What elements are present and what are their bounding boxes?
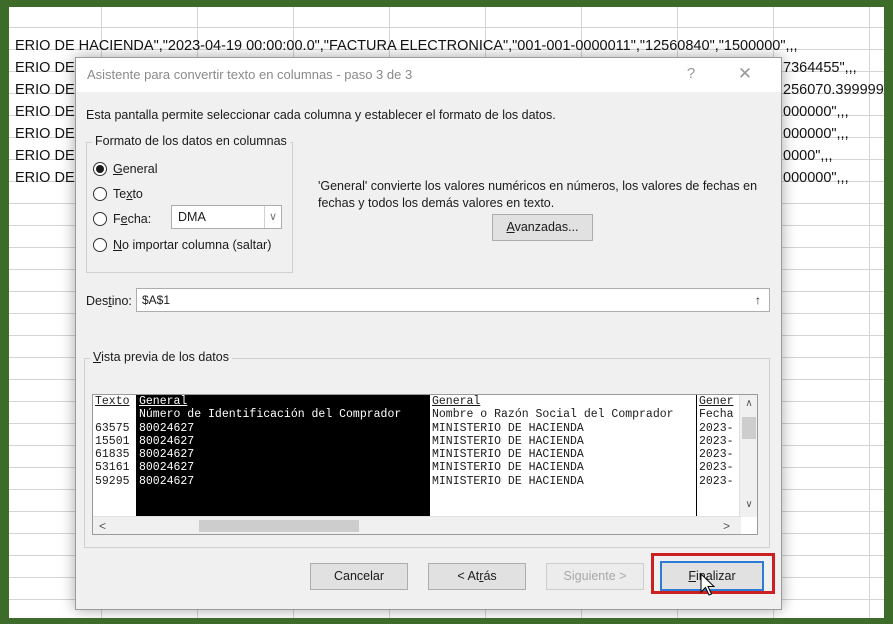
radio-text[interactable]: Texto xyxy=(93,187,143,201)
preview-cell: MINISTERIO DE HACIENDA xyxy=(432,434,584,448)
spreadsheet-cell-right-5[interactable]: 0000",,, xyxy=(783,147,833,165)
scroll-right-icon[interactable]: > xyxy=(723,519,730,533)
spreadsheet-row-3[interactable]: ERIO DE xyxy=(15,81,75,99)
radio-date[interactable]: Fecha: xyxy=(93,212,151,226)
radio-text-circle[interactable] xyxy=(93,187,107,201)
preview-cell: 2023- xyxy=(699,448,734,462)
partial-top-row: . xyxy=(15,7,19,16)
scroll-left-icon[interactable]: < xyxy=(99,519,106,533)
spreadsheet-cell-right-4[interactable]: 000000",,, xyxy=(783,125,849,143)
horizontal-scroll-thumb[interactable] xyxy=(199,520,359,532)
back-button[interactable]: < Atrás xyxy=(428,563,526,590)
scroll-down-icon[interactable]: ∨ xyxy=(740,499,757,510)
preview-column-1[interactable]: Texto 63575 15501 61835 53161 59295 xyxy=(93,395,136,517)
radio-skip-column-label: No importar columna (saltar) xyxy=(113,238,272,252)
radio-general-label: General xyxy=(113,162,158,176)
preview-column-3-header: General xyxy=(432,395,481,408)
spreadsheet-cell-right-6[interactable]: 000000",,, xyxy=(783,169,849,187)
preview-cell: 80024627 xyxy=(139,474,195,488)
spreadsheet-row-1[interactable]: ERIO DE HACIENDA","2023-04-19 00:00:00.0… xyxy=(15,37,798,55)
close-icon[interactable]: ✕ xyxy=(728,62,762,86)
vertical-scroll-thumb[interactable] xyxy=(742,417,756,439)
radio-text-label: Texto xyxy=(113,187,143,201)
radio-skip-column-circle[interactable] xyxy=(93,238,107,252)
date-format-select[interactable]: DMA ∨ xyxy=(171,205,282,229)
data-preview-grid[interactable]: Texto 63575 15501 61835 53161 59295 Gene… xyxy=(93,395,741,517)
general-format-info: 'General' convierte los valores numérico… xyxy=(318,179,758,210)
radio-general[interactable]: General xyxy=(93,162,157,176)
preview-cell: 2023- xyxy=(699,461,734,475)
preview-column-3[interactable]: General Nombre o Razón Social del Compra… xyxy=(430,395,696,517)
preview-cell: 15501 xyxy=(95,434,130,448)
preview-cell: 80024627 xyxy=(139,421,195,435)
spreadsheet-row-6[interactable]: ERIO DE xyxy=(15,147,75,165)
preview-cell: 59295 xyxy=(95,474,130,488)
help-icon[interactable]: ? xyxy=(676,62,706,86)
advanced-button[interactable]: Avanzadas... xyxy=(492,214,593,241)
preview-horizontal-scrollbar[interactable]: < > xyxy=(93,516,741,534)
radio-general-circle[interactable] xyxy=(93,162,107,176)
preview-column-4[interactable]: Gener Fecha 2023- 2023- 2023- 2023- 2023… xyxy=(697,395,741,517)
preview-cell: MINISTERIO DE HACIENDA xyxy=(432,421,584,435)
preview-cell: 80024627 xyxy=(139,461,195,475)
next-button[interactable]: Siguiente > xyxy=(546,563,644,590)
radio-skip-column[interactable]: No importar columna (saltar) xyxy=(93,238,271,252)
preview-cell: 80024627 xyxy=(139,434,195,448)
preview-cell: 63575 xyxy=(95,421,130,435)
preview-column-1-header: Texto xyxy=(95,395,130,408)
preview-cell: Nombre o Razón Social del Comprador xyxy=(432,408,674,422)
destination-value: $A$1 xyxy=(142,293,171,307)
date-format-value: DMA xyxy=(178,210,206,224)
preview-legend: Vista previa de los datos xyxy=(90,350,232,364)
preview-cell xyxy=(93,408,136,421)
mouse-cursor-icon xyxy=(700,573,716,596)
destination-label: Destino: xyxy=(86,294,132,308)
preview-cell: 2023- xyxy=(699,434,734,448)
preview-cell: MINISTERIO DE HACIENDA xyxy=(432,448,584,462)
preview-cell: Número de Identificación del Comprador xyxy=(139,408,402,422)
preview-column-2[interactable]: General Número de Identificación del Com… xyxy=(137,395,429,517)
preview-cell: MINISTERIO DE HACIENDA xyxy=(432,474,584,488)
text-to-columns-dialog: Asistente para convertir texto en column… xyxy=(75,57,782,610)
spreadsheet-cell-right-3[interactable]: 000000",,, xyxy=(783,103,849,121)
spreadsheet-row-4[interactable]: ERIO DE xyxy=(15,103,75,121)
dialog-description: Esta pantalla permite seleccionar cada c… xyxy=(86,108,556,122)
spreadsheet-row-5[interactable]: ERIO DE xyxy=(15,125,75,143)
radio-date-label: Fecha: xyxy=(113,212,152,226)
preview-cell: MINISTERIO DE HACIENDA xyxy=(432,461,584,475)
preview-cell: 80024627 xyxy=(139,448,195,462)
dialog-title: Asistente para convertir texto en column… xyxy=(87,67,413,82)
spreadsheet-cell-right-1[interactable]: 7364455",,, xyxy=(783,59,857,77)
cancel-button[interactable]: Cancelar xyxy=(310,563,408,590)
radio-date-circle[interactable] xyxy=(93,212,107,226)
format-groupbox: Formato de los datos en columnas General… xyxy=(86,134,293,273)
preview-column-4-header: Gener xyxy=(699,395,734,408)
dialog-titlebar[interactable]: Asistente para convertir texto en column… xyxy=(76,58,781,92)
data-preview[interactable]: Texto 63575 15501 61835 53161 59295 Gene… xyxy=(92,394,758,535)
preview-column-2-header: General xyxy=(139,395,188,408)
preview-vertical-scrollbar[interactable]: ∧ ∨ xyxy=(739,395,757,517)
preview-cell: 53161 xyxy=(95,461,130,475)
preview-cell: 61835 xyxy=(95,448,130,462)
spreadsheet-row-2[interactable]: ERIO DE xyxy=(15,59,75,77)
destination-input[interactable]: $A$1 ↑ xyxy=(136,288,770,312)
preview-cell: 2023- xyxy=(699,421,734,435)
spreadsheet-cell-right-2[interactable]: 256070.39999999 xyxy=(783,81,884,99)
chevron-down-icon[interactable]: ∨ xyxy=(264,206,281,228)
preview-cell: 2023- xyxy=(699,474,734,488)
preview-cell: Fecha xyxy=(699,408,734,422)
format-group-legend: Formato de los datos en columnas xyxy=(92,134,290,148)
scroll-up-icon[interactable]: ∧ xyxy=(740,398,757,409)
collapse-dialog-icon[interactable]: ↑ xyxy=(749,291,767,309)
spreadsheet-row-7[interactable]: ERIO DE xyxy=(15,169,75,187)
